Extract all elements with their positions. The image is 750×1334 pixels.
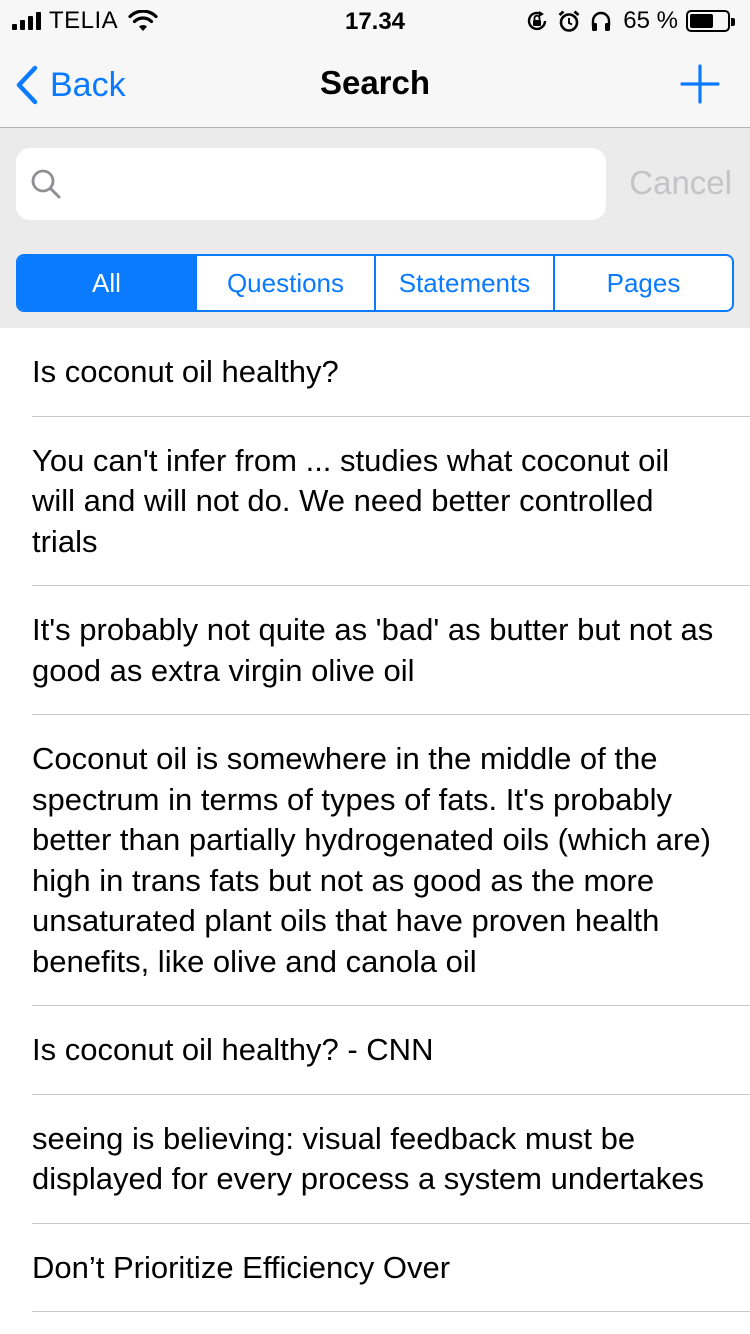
status-right: 65 %	[525, 7, 736, 35]
list-item[interactable]: Don’t Prioritize Efficiency Over	[0, 1224, 750, 1313]
list-item[interactable]: seeing is believing: visual feedback mus…	[0, 1095, 750, 1224]
search-icon	[31, 169, 61, 199]
list-item[interactable]: Is coconut oil healthy?	[0, 328, 750, 417]
filter-segmented-control: All Questions Statements Pages	[16, 254, 734, 312]
search-field[interactable]	[16, 148, 606, 220]
headphones-icon	[592, 11, 611, 31]
alarm-icon	[558, 10, 580, 32]
search-results-list: Is coconut oil healthy? You can't infer …	[0, 328, 750, 1312]
battery-percentage: 65 %	[623, 7, 678, 34]
list-item[interactable]: It's probably not quite as 'bad' as butt…	[0, 586, 750, 715]
add-button[interactable]	[680, 64, 720, 104]
battery-level	[690, 14, 714, 28]
navigation-bar: Back Search	[0, 42, 750, 128]
segment-all[interactable]: All	[18, 256, 197, 310]
list-item[interactable]: Coconut oil is somewhere in the middle o…	[0, 715, 750, 1006]
battery-icon	[686, 10, 735, 32]
search-area: Cancel All Questions Statements Pages	[0, 128, 750, 328]
segment-questions[interactable]: Questions	[197, 256, 376, 310]
segment-pages[interactable]: Pages	[555, 256, 732, 310]
status-bar: TELIA 17.34 65 %	[0, 0, 750, 42]
list-item[interactable]: Is coconut oil healthy? - CNN	[0, 1006, 750, 1095]
segment-statements[interactable]: Statements	[376, 256, 555, 310]
rotation-lock-icon	[528, 11, 547, 31]
search-input[interactable]	[74, 165, 594, 203]
page-title: Search	[319, 64, 431, 101]
battery-cap	[731, 18, 735, 26]
cancel-button[interactable]: Cancel	[629, 164, 732, 202]
list-item[interactable]: You can't infer from ... studies what co…	[0, 417, 750, 587]
